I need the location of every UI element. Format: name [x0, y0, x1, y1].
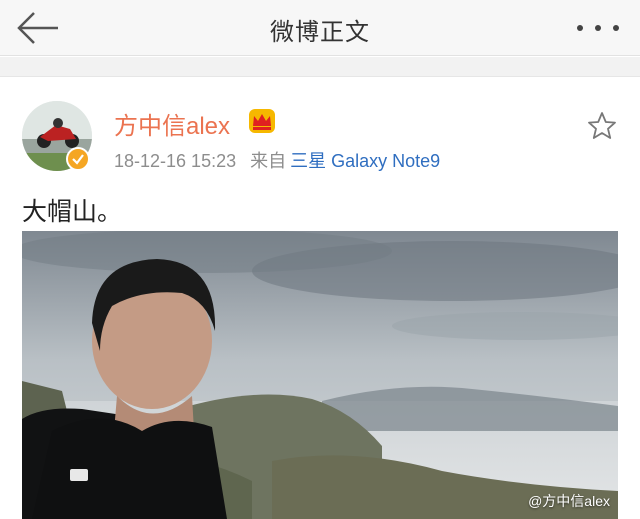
post-meta: 18-12-16 15:23 来自 三星 Galaxy Note9 — [114, 147, 440, 173]
post-text: 大帽山。 — [22, 197, 123, 226]
page-title: 微博正文 — [270, 18, 370, 46]
favorite-button[interactable] — [586, 110, 618, 142]
post-image[interactable]: @方中信alex — [22, 231, 618, 519]
image-watermark: @方中信alex — [528, 493, 610, 509]
crown-icon — [248, 108, 276, 138]
post-timestamp: 18-12-16 15:23 — [114, 151, 237, 171]
more-dots-icon — [577, 25, 619, 31]
source-prefix: 来自 — [250, 151, 287, 171]
top-nav-bar: 微博正文 — [0, 0, 640, 56]
source-device-link[interactable]: 三星 Galaxy Note9 — [290, 151, 440, 171]
username[interactable]: 方中信alex — [114, 106, 230, 141]
section-divider — [0, 57, 640, 77]
star-outline-icon — [588, 112, 616, 139]
more-button[interactable] — [570, 18, 626, 38]
verified-badge-icon — [66, 147, 90, 171]
